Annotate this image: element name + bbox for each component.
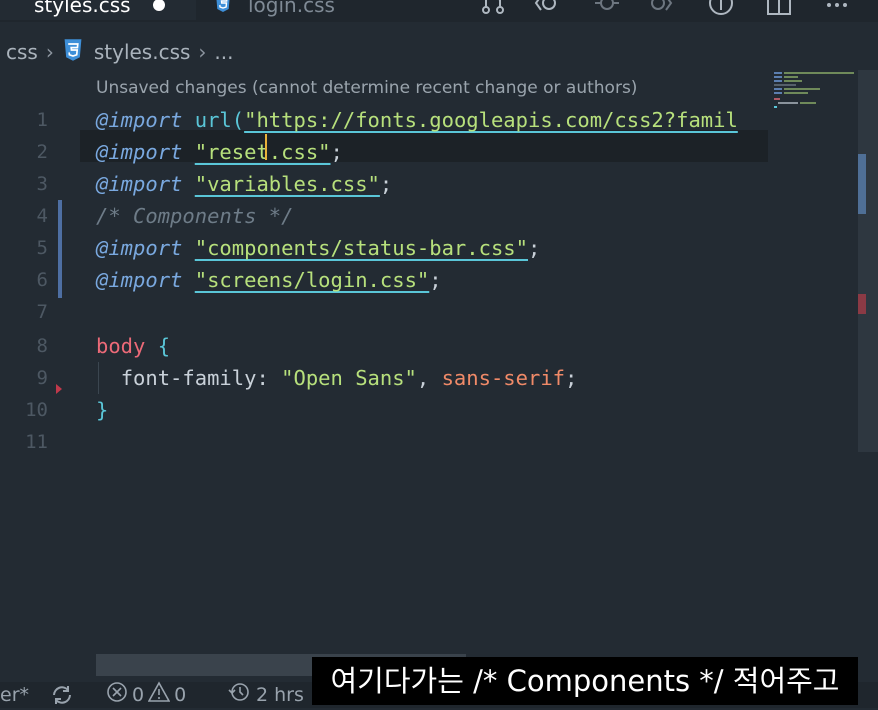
tab-label: styles.css xyxy=(34,0,131,17)
code-line[interactable]: 6 @import "screens/login.css"; xyxy=(0,264,768,296)
line-number: 1 xyxy=(36,109,48,131)
tab-bar: styles.css login.css xyxy=(0,0,878,22)
code-line[interactable]: 7 xyxy=(0,296,768,328)
go-forward-icon[interactable] xyxy=(648,0,674,16)
code-text[interactable]: font-family: "Open Sans", sans-serif; xyxy=(96,362,578,394)
source-control-compare-icon[interactable] xyxy=(480,0,506,16)
code-line[interactable]: 1 @import url("https://fonts.googleapis.… xyxy=(0,104,768,136)
minimap[interactable] xyxy=(770,70,858,110)
history-icon xyxy=(228,681,250,710)
vertical-scrollbar[interactable] xyxy=(858,70,878,452)
sync-icon[interactable] xyxy=(50,682,74,708)
git-blame-status[interactable]: 2 hrs xyxy=(228,682,304,708)
branch-name[interactable]: er* xyxy=(0,682,29,708)
tab-login-css[interactable]: login.css xyxy=(196,0,366,20)
code-text[interactable]: @import url("https://fonts.googleapis.co… xyxy=(96,104,738,136)
code-text[interactable]: } xyxy=(96,394,108,426)
line-number: 8 xyxy=(36,335,48,357)
git-lens-icon[interactable] xyxy=(708,0,734,16)
scrollbar-thumb[interactable] xyxy=(858,154,866,214)
line-number: 2 xyxy=(36,141,48,163)
code-text[interactable]: @import "components/status-bar.css"; xyxy=(96,232,540,264)
tab-styles-css[interactable]: styles.css xyxy=(0,0,196,20)
code-line[interactable]: 3 @import "variables.css"; xyxy=(0,168,768,200)
code-text[interactable]: /* Components */ xyxy=(96,200,293,232)
breadcrumb-folder[interactable]: css xyxy=(6,40,38,64)
code-line[interactable]: 10 } xyxy=(0,394,768,426)
more-actions-icon[interactable] xyxy=(824,0,850,16)
code-line[interactable]: 9 font-family: "Open Sans", sans-serif; xyxy=(0,362,768,394)
line-number: 7 xyxy=(36,301,48,323)
code-line[interactable]: 8 body { xyxy=(0,330,768,362)
split-editor-icon[interactable] xyxy=(766,0,792,16)
code-text[interactable]: body { xyxy=(96,330,170,362)
breadcrumb: css › styles.css › ... xyxy=(0,38,234,66)
line-number: 4 xyxy=(36,205,48,227)
code-text[interactable]: @import "reset.css"; xyxy=(96,136,343,168)
blame-annotation[interactable]: Unsaved changes (cannot determine recent… xyxy=(96,78,637,98)
blame-time: 2 hrs xyxy=(256,684,304,706)
go-back-icon[interactable] xyxy=(533,0,559,16)
line-number: 11 xyxy=(25,431,48,453)
code-text[interactable]: @import "screens/login.css"; xyxy=(96,264,442,296)
css3-icon xyxy=(214,0,232,18)
breadcrumb-more[interactable]: ... xyxy=(214,40,233,64)
code-line[interactable]: 2 @import "reset.css"; xyxy=(0,136,768,168)
code-text[interactable]: @import "variables.css"; xyxy=(96,168,392,200)
warning-count: 0 xyxy=(174,684,187,706)
tab-label: login.css xyxy=(248,0,335,17)
text-cursor xyxy=(265,134,267,160)
scrollbar-error-mark xyxy=(858,294,866,314)
breadcrumb-file[interactable]: styles.css xyxy=(94,40,191,64)
code-line-current[interactable]: 4 /* Components */ xyxy=(0,200,768,232)
code-line[interactable]: 5 @import "components/status-bar.css"; xyxy=(0,232,768,264)
line-number: 3 xyxy=(36,173,48,195)
line-number: 9 xyxy=(36,367,48,389)
video-subtitle: 여기다가는 /* Components */ 적어주고 xyxy=(312,657,858,705)
problems-indicator[interactable]: 0 0 xyxy=(106,680,187,710)
chevron-right-icon: › xyxy=(198,40,207,64)
line-number: 6 xyxy=(36,269,48,291)
error-count: 0 xyxy=(132,684,145,706)
chevron-right-icon: › xyxy=(45,40,54,64)
css3-icon xyxy=(62,38,84,67)
line-number: 5 xyxy=(36,237,48,259)
error-icon xyxy=(106,681,128,710)
unsaved-dot-icon[interactable] xyxy=(152,0,165,11)
breakpoint-marker-icon[interactable] xyxy=(56,384,62,394)
blame-icon[interactable] xyxy=(594,0,620,16)
line-number: 10 xyxy=(25,399,48,421)
code-line[interactable]: 11 xyxy=(0,426,768,458)
warning-icon xyxy=(147,680,171,710)
